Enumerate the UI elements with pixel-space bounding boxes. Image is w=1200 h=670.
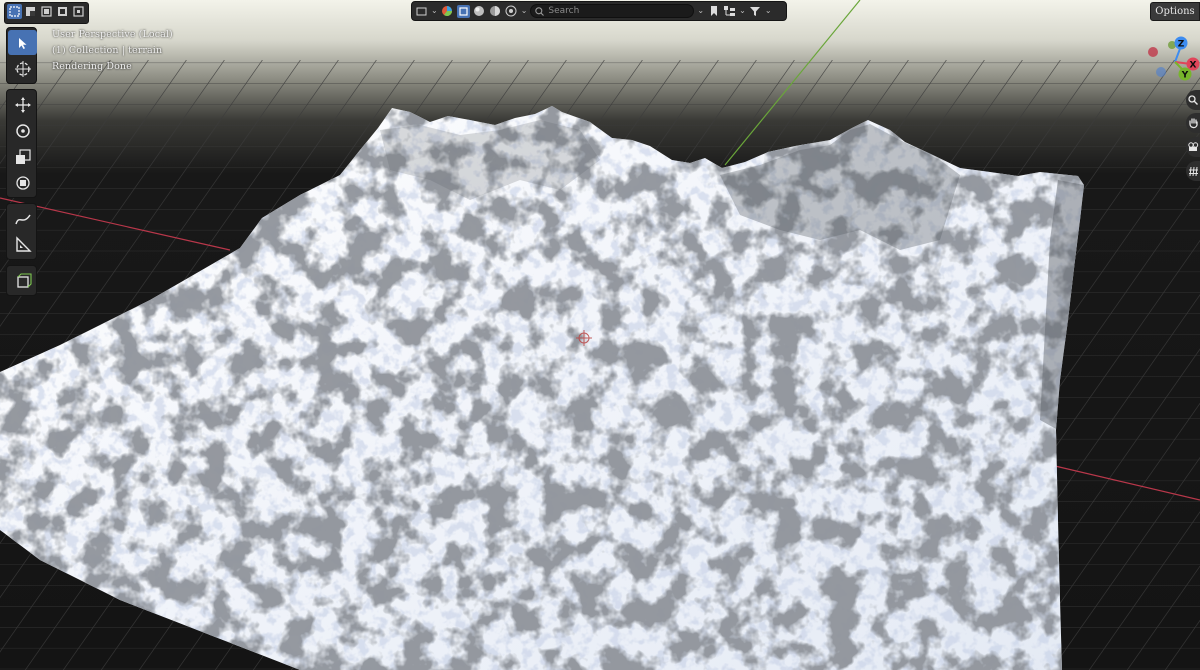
transform-icon[interactable] <box>8 170 37 195</box>
bookmark-icon[interactable] <box>707 5 720 18</box>
grid-ortho-icon[interactable] <box>1186 161 1200 181</box>
tool-group-annotate <box>6 203 37 260</box>
object-data-icon[interactable] <box>456 4 470 18</box>
search-input[interactable] <box>548 6 689 16</box>
gizmo-y-label: Y <box>1181 71 1189 81</box>
measure-icon[interactable] <box>8 232 37 257</box>
annotate-icon[interactable] <box>8 206 37 231</box>
add-cube-icon[interactable] <box>8 268 37 293</box>
outliner-icon[interactable] <box>723 5 736 18</box>
viewport-scene <box>0 0 1200 670</box>
chevron-down-icon[interactable]: ⌄ <box>739 7 746 15</box>
chevron-down-icon[interactable]: ⌄ <box>521 7 528 15</box>
cursor-icon[interactable] <box>8 56 37 81</box>
select-mode-subtract-icon[interactable] <box>39 4 54 19</box>
color-wheel-icon[interactable] <box>441 5 454 18</box>
tool-group-add <box>6 265 37 296</box>
scene-icon[interactable] <box>505 5 518 18</box>
tool-group-transform <box>6 89 37 198</box>
select-mode-intersect-icon[interactable] <box>71 4 86 19</box>
scale-icon[interactable] <box>8 144 37 169</box>
search-icon <box>535 6 545 16</box>
search-field[interactable] <box>530 4 695 18</box>
viewport-perspective-label: User Perspective (Local) <box>52 29 173 40</box>
select-mode-extend-icon[interactable] <box>23 4 38 19</box>
chevron-down-icon[interactable]: ⌄ <box>431 7 438 15</box>
3d-viewport[interactable]: ⌄ ⌄ ⌄ ⌄ ⌄ Options User Perspective (Loca… <box>0 0 1200 670</box>
sphere-icon[interactable] <box>473 5 486 18</box>
viewport-header: ⌄ ⌄ ⌄ ⌄ ⌄ <box>411 1 787 21</box>
view-layer-icon[interactable] <box>415 5 428 18</box>
tool-group-select <box>6 27 37 84</box>
chevron-down-icon[interactable]: ⌄ <box>765 7 772 15</box>
render-status-label: Rendering Done <box>52 61 132 72</box>
chevron-down-icon[interactable]: ⌄ <box>697 7 704 15</box>
active-collection-label: (1) Collection | terrain <box>52 45 163 56</box>
selection-mode-group <box>4 2 89 24</box>
gizmo-x-label: X <box>1190 61 1197 71</box>
tool-shelf <box>6 27 37 301</box>
material-icon[interactable] <box>489 5 502 18</box>
options-button[interactable]: Options <box>1150 2 1200 21</box>
pan-hand-icon[interactable] <box>1186 113 1200 133</box>
select-mode-new-icon[interactable] <box>7 4 22 19</box>
rotate-icon[interactable] <box>8 118 37 143</box>
zoom-icon[interactable] <box>1186 90 1200 110</box>
move-icon[interactable] <box>8 92 37 117</box>
gizmo-z-label: Z <box>1178 40 1185 50</box>
navigation-gizmo[interactable]: Z X Y <box>1140 28 1200 92</box>
select-box-icon[interactable] <box>8 30 37 55</box>
filter-icon[interactable] <box>749 5 762 18</box>
camera-icon[interactable] <box>1186 137 1200 157</box>
select-mode-invert-icon[interactable] <box>55 4 70 19</box>
